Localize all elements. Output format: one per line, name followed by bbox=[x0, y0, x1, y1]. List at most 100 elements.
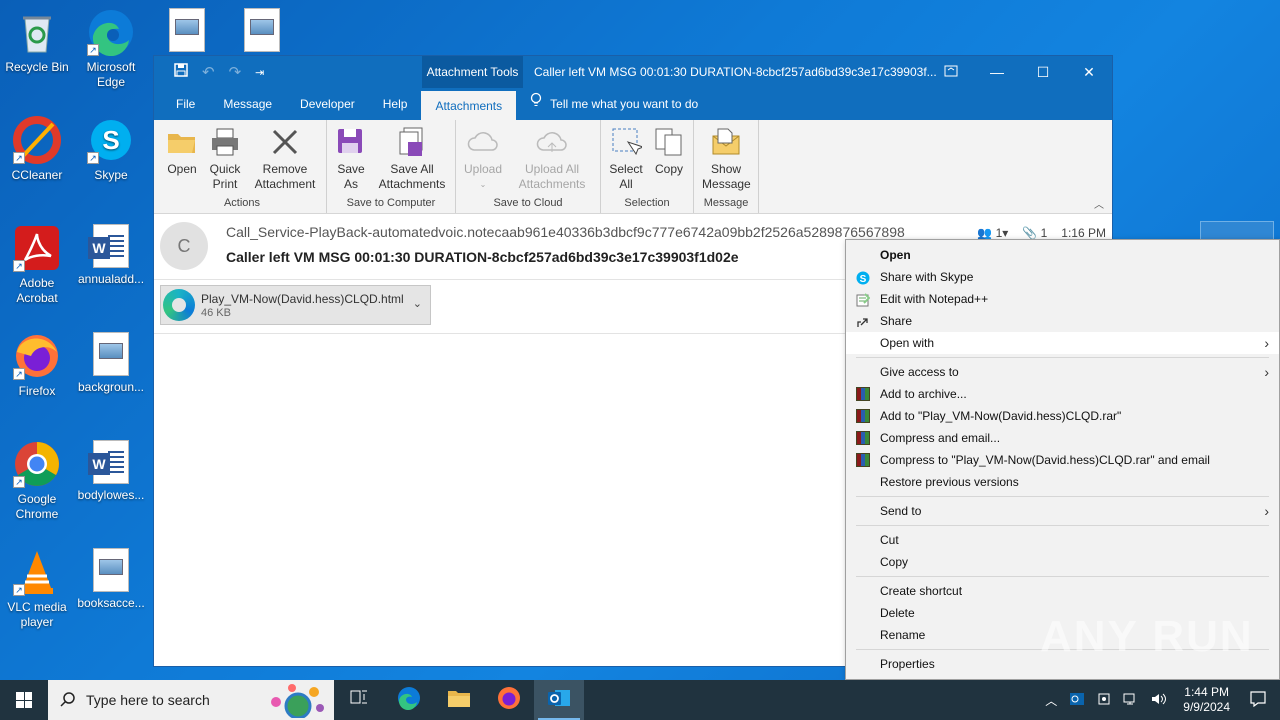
minimize-button[interactable]: — bbox=[974, 56, 1020, 88]
skype-icon: S bbox=[856, 270, 870, 285]
select-all-icon bbox=[610, 126, 645, 158]
tab-developer[interactable]: Developer bbox=[286, 88, 369, 120]
remove-attachment-button[interactable]: Remove Attachment bbox=[248, 124, 322, 195]
search-icon bbox=[60, 691, 76, 710]
printer-icon bbox=[209, 126, 241, 158]
maximize-button[interactable]: ☐ bbox=[1020, 56, 1066, 88]
tell-me-search[interactable]: Tell me what you want to do bbox=[530, 88, 698, 120]
desktop-file-top-1[interactable] bbox=[150, 8, 224, 52]
taskbar-file-explorer[interactable] bbox=[434, 680, 484, 720]
tab-attachments[interactable]: Attachments bbox=[421, 90, 517, 120]
desktop-icon-chrome[interactable]: ↗ Google Chrome bbox=[0, 440, 74, 522]
edge-icon bbox=[397, 686, 421, 715]
upload-all-attachments-button[interactable]: Upload All Attachments bbox=[508, 124, 596, 195]
tab-help[interactable]: Help bbox=[369, 88, 422, 120]
menu-item-send-to[interactable]: Send to › bbox=[846, 500, 1279, 522]
menu-item-copy[interactable]: Copy bbox=[846, 551, 1279, 573]
desktop-file-annualadd[interactable]: W annualadd... bbox=[74, 224, 148, 287]
taskbar-firefox[interactable] bbox=[484, 680, 534, 720]
menu-item-restore-previous-versions[interactable]: Restore previous versions bbox=[846, 471, 1279, 493]
desktop-icon-ccleaner[interactable]: ↗ CCleaner bbox=[0, 116, 74, 183]
chevron-right-icon: › bbox=[1264, 364, 1269, 380]
folder-open-icon bbox=[166, 126, 198, 158]
winrar-icon bbox=[856, 409, 870, 423]
chevron-up-icon[interactable]: ︿ bbox=[1039, 692, 1063, 709]
start-button[interactable] bbox=[0, 680, 48, 720]
task-view-button[interactable] bbox=[334, 680, 384, 720]
menu-item-compress-to-rar-and-email[interactable]: Compress to "Play_VM-Now(David.hess)CLQD… bbox=[846, 449, 1279, 471]
desktop-file-booksacce[interactable]: booksacce... bbox=[74, 548, 148, 611]
chevron-down-icon[interactable]: ⌄ bbox=[413, 297, 422, 310]
tab-file[interactable]: File bbox=[162, 88, 209, 120]
desktop-icon-recycle-bin[interactable]: Recycle Bin bbox=[0, 8, 74, 75]
edge-html-file-icon bbox=[163, 289, 195, 321]
save-as-icon bbox=[335, 126, 367, 158]
notifications-icon[interactable] bbox=[1240, 690, 1280, 710]
close-button[interactable]: ✕ bbox=[1066, 56, 1112, 88]
clock-time: 1:44 PM bbox=[1184, 685, 1229, 699]
menu-item-give-access-to[interactable]: Give access to › bbox=[846, 361, 1279, 383]
window-title: Caller left VM MSG 00:01:30 DURATION-8cb… bbox=[534, 65, 937, 79]
taskbar-search-box[interactable]: Type here to search bbox=[48, 680, 334, 720]
taskbar-clock[interactable]: 1:44 PM 9/9/2024 bbox=[1173, 685, 1240, 715]
menu-item-edit-with-notepad-plus-plus[interactable]: Edit with Notepad++ bbox=[846, 288, 1279, 310]
copy-icon bbox=[653, 126, 685, 158]
message-time: 1:16 PM bbox=[1061, 226, 1106, 240]
ribbon-display-options-icon[interactable] bbox=[928, 56, 974, 88]
menu-item-share-with-skype[interactable]: S Share with Skype bbox=[846, 266, 1279, 288]
notepad-plus-plus-icon bbox=[856, 292, 871, 307]
tab-message[interactable]: Message bbox=[209, 88, 286, 120]
taskbar-outlook[interactable] bbox=[534, 680, 584, 720]
search-highlights-icon bbox=[262, 682, 328, 720]
chevron-down-icon: ⌄ bbox=[479, 180, 487, 189]
open-button[interactable]: Open bbox=[162, 124, 202, 195]
desktop-icon-edge[interactable]: ↗ Microsoft Edge bbox=[74, 8, 148, 90]
winrar-icon bbox=[856, 453, 870, 467]
menu-item-create-shortcut[interactable]: Create shortcut bbox=[846, 580, 1279, 602]
edge-icon: ↗ bbox=[87, 8, 135, 57]
menu-item-cut[interactable]: Cut bbox=[846, 529, 1279, 551]
taskbar-edge[interactable] bbox=[384, 680, 434, 720]
desktop-icon-skype[interactable]: S ↗ Skype bbox=[74, 116, 148, 183]
sender[interactable]: Call_Service-PlayBack-automatedvoic.note… bbox=[226, 224, 905, 240]
redo-icon[interactable]: ↷ bbox=[229, 63, 242, 81]
volume-icon[interactable] bbox=[1145, 692, 1173, 709]
share-icon bbox=[856, 314, 870, 328]
paperclip-icon: 📎 bbox=[1022, 226, 1038, 240]
quick-print-button[interactable]: Quick Print bbox=[204, 124, 246, 195]
menu-item-compress-and-email[interactable]: Compress and email... bbox=[846, 427, 1279, 449]
copy-button[interactable]: Copy bbox=[649, 124, 689, 195]
save-all-attachments-button[interactable]: Save All Attachments bbox=[373, 124, 451, 195]
desktop-file-bodylowes[interactable]: W bodylowes... bbox=[74, 440, 148, 503]
select-all-button[interactable]: Select All bbox=[605, 124, 647, 195]
desktop-file-top-2[interactable] bbox=[225, 8, 299, 52]
remove-x-icon bbox=[269, 126, 301, 158]
customize-toolbar-icon[interactable]: ⇥ bbox=[255, 66, 264, 79]
attachment-item[interactable]: Play_VM-Now(David.hess)CLQD.html 46 KB ⌄ bbox=[160, 285, 431, 325]
desktop-icon-adobe-acrobat[interactable]: ↗ Adobe Acrobat bbox=[0, 224, 74, 306]
ribbon-tabs: File Message Developer Help Attachments … bbox=[154, 88, 1112, 120]
menu-item-open-with[interactable]: Open with › bbox=[846, 332, 1279, 354]
desktop-file-background[interactable]: backgroun... bbox=[74, 332, 148, 395]
people-count[interactable]: 👥 1▾ bbox=[977, 226, 1008, 240]
desktop-icon-vlc[interactable]: ↗ VLC media player bbox=[0, 548, 74, 630]
word-document-icon: W bbox=[88, 224, 129, 268]
anyrun-watermark: ANY RUN bbox=[1040, 612, 1254, 661]
device-icon[interactable] bbox=[1091, 692, 1117, 709]
save-as-button[interactable]: Save As bbox=[331, 124, 371, 195]
undo-icon[interactable]: ↶ bbox=[202, 63, 215, 81]
desktop-icon-firefox[interactable]: ↗ Firefox bbox=[0, 332, 74, 399]
show-message-button[interactable]: Show Message bbox=[698, 124, 754, 195]
collapse-ribbon-icon[interactable]: ︿ bbox=[1094, 196, 1104, 211]
show-message-icon bbox=[710, 126, 742, 158]
chrome-icon: ↗ bbox=[13, 440, 61, 488]
outlook-tray-icon[interactable] bbox=[1063, 692, 1091, 709]
save-icon[interactable] bbox=[174, 63, 188, 81]
menu-item-open[interactable]: Open bbox=[846, 244, 1279, 266]
menu-item-add-to-rar[interactable]: Add to "Play_VM-Now(David.hess)CLQD.rar" bbox=[846, 405, 1279, 427]
menu-item-add-to-archive[interactable]: Add to archive... bbox=[846, 383, 1279, 405]
upload-button[interactable]: Upload ⌄ bbox=[460, 124, 506, 195]
menu-item-share[interactable]: Share bbox=[846, 310, 1279, 332]
network-icon[interactable] bbox=[1117, 692, 1145, 709]
ribbon-group-message: Show Message Message bbox=[694, 120, 760, 213]
